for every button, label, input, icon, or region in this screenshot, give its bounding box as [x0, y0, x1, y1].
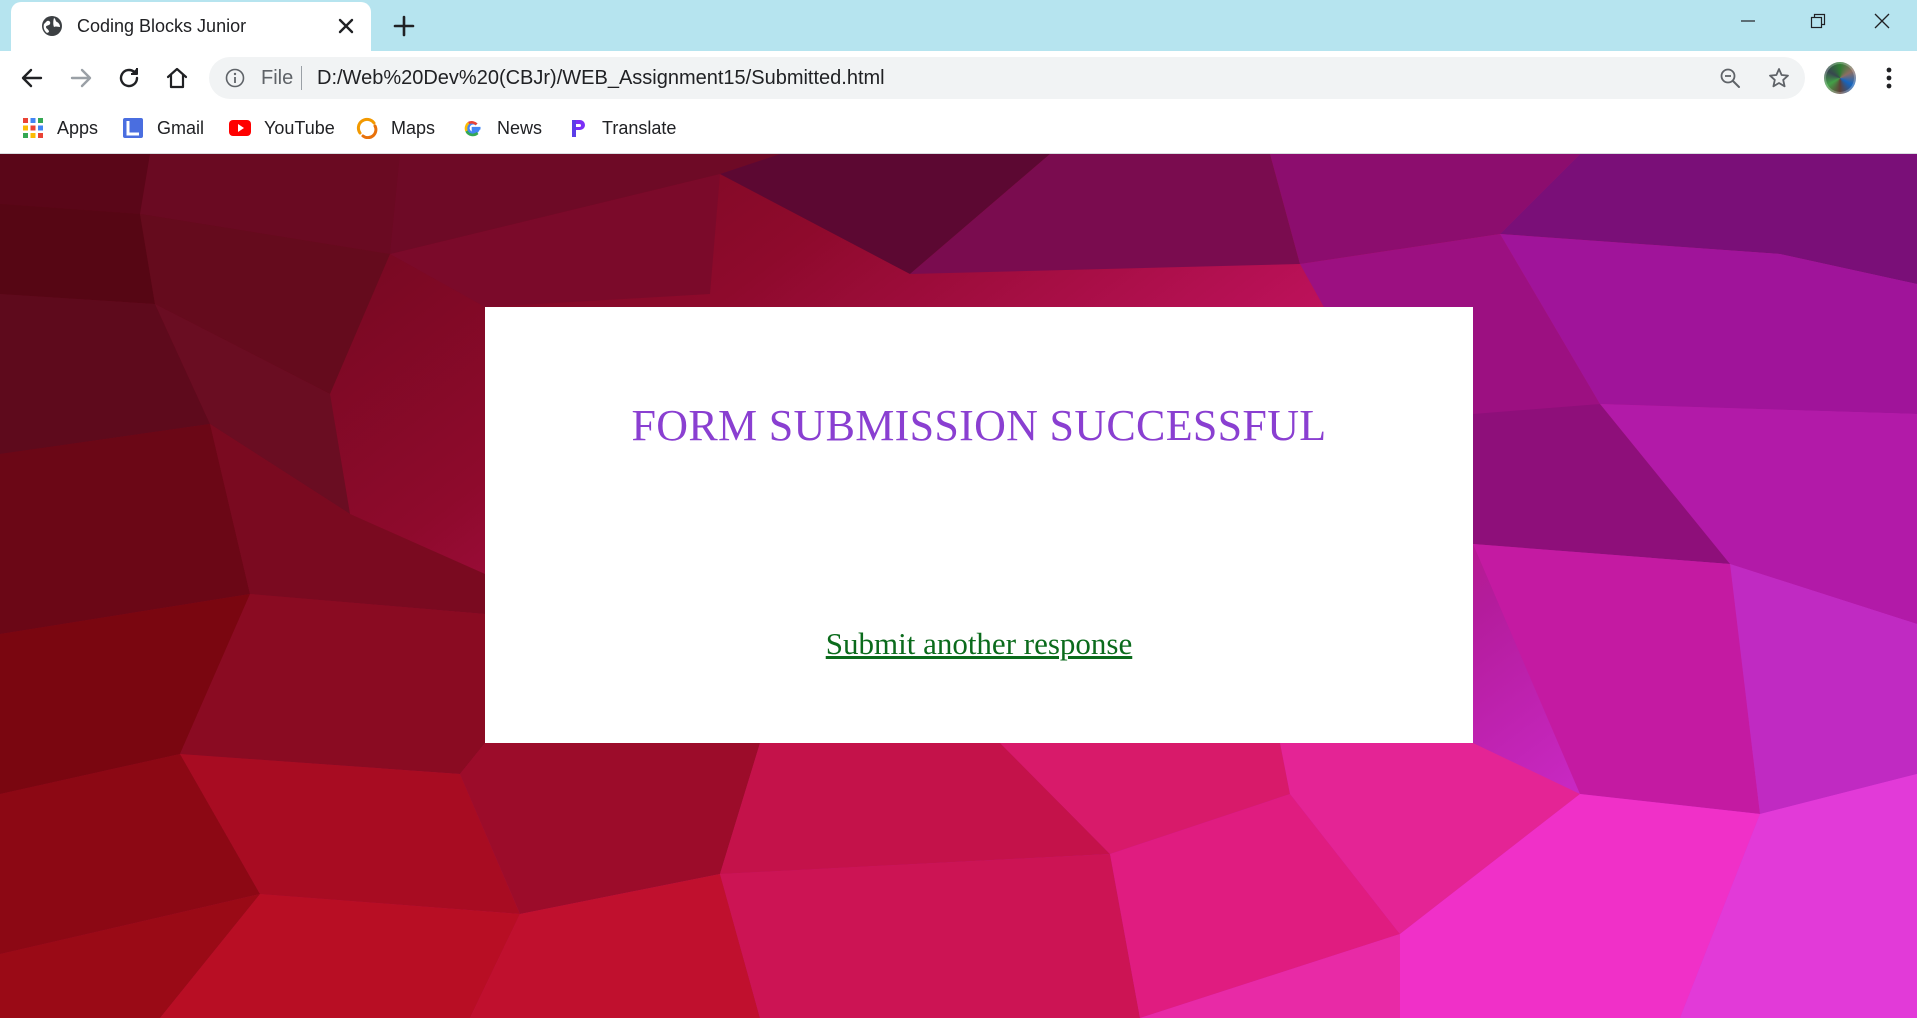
scheme-label: File	[261, 67, 294, 89]
submit-another-container: Submit another response	[485, 626, 1473, 662]
tab-active[interactable]: Coding Blocks Junior	[11, 2, 371, 51]
bookmark-translate[interactable]: Translate	[567, 113, 676, 143]
bookmark-news[interactable]: News	[462, 113, 542, 143]
browser-window: Coding Blocks Junior File D:/Web%20Dev%2…	[0, 0, 1917, 1018]
bookmark-label: YouTube	[264, 117, 335, 138]
close-tab-icon[interactable]	[335, 15, 357, 37]
omnibox-divider	[301, 66, 302, 90]
url-text[interactable]: D:/Web%20Dev%20(CBJr)/WEB_Assignment15/S…	[317, 67, 885, 90]
globe-icon	[42, 16, 62, 36]
bookmark-label: Maps	[391, 117, 436, 138]
toolbar: File D:/Web%20Dev%20(CBJr)/WEB_Assignmen…	[0, 51, 1917, 104]
forward-icon[interactable]	[67, 64, 95, 92]
profile-avatar[interactable]	[1824, 62, 1856, 94]
restore-icon	[1810, 13, 1826, 29]
restore-button[interactable]	[1783, 0, 1853, 42]
close-icon	[1874, 13, 1890, 29]
bookmark-maps[interactable]: Maps	[356, 113, 435, 143]
page-title: FORM SUBMISSION SUCCESSFUL	[631, 401, 1327, 450]
reload-icon[interactable]	[115, 64, 143, 92]
tab-strip: Coding Blocks Junior	[0, 0, 1917, 51]
new-tab-icon[interactable]	[392, 14, 416, 38]
more-menu-icon[interactable]	[1877, 64, 1901, 92]
page-viewport: FORM SUBMISSION SUCCESSFUL Submit anothe…	[0, 154, 1917, 1018]
bookmark-gmail[interactable]: Gmail	[122, 113, 204, 143]
apps-grid-icon	[23, 118, 43, 138]
bookmark-label: Translate	[602, 117, 677, 138]
zoom-out-icon[interactable]	[1719, 67, 1741, 89]
site-info-icon[interactable]	[225, 68, 245, 88]
close-window-button[interactable]	[1847, 0, 1917, 42]
bookmark-label: Gmail	[157, 117, 205, 138]
tab-title: Coding Blocks Junior	[77, 16, 247, 36]
home-icon[interactable]	[163, 64, 191, 92]
address-bar[interactable]: File D:/Web%20Dev%20(CBJr)/WEB_Assignmen…	[209, 57, 1805, 99]
bookmark-apps[interactable]: Apps	[22, 113, 98, 143]
confirmation-card: FORM SUBMISSION SUCCESSFUL Submit anothe…	[485, 307, 1473, 743]
back-icon[interactable]	[18, 64, 46, 92]
bookmark-youtube[interactable]: YouTube	[229, 113, 335, 143]
maps-icon	[356, 117, 378, 139]
bookmark-label: Apps	[57, 117, 99, 138]
google-news-icon	[464, 121, 481, 137]
bookmark-label: News	[497, 117, 543, 138]
bookmark-star-icon[interactable]	[1767, 66, 1791, 90]
translate-icon	[572, 120, 585, 137]
submit-another-response-link[interactable]: Submit another response	[826, 626, 1133, 661]
bookmarks-bar: Apps Gmail YouTube Maps News Translate	[0, 104, 1917, 154]
youtube-icon	[229, 120, 251, 136]
minimize-icon	[1741, 20, 1755, 22]
minimize-button[interactable]	[1713, 0, 1783, 42]
gmail-icon	[123, 118, 143, 138]
